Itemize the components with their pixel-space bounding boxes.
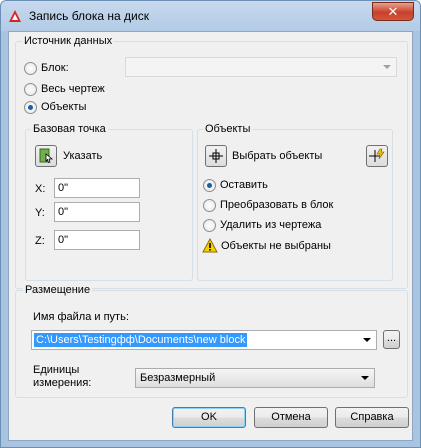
radio-delete-from-drawing[interactable] (203, 219, 216, 232)
file-path-value: C:\Users\Testingфф\Documents\new block (34, 333, 248, 347)
objects-legend: Объекты (203, 123, 253, 135)
browse-button[interactable]: ... (383, 330, 400, 349)
block-name-combo[interactable] (125, 57, 397, 77)
radio-entire-drawing[interactable] (24, 83, 37, 96)
no-objects-warning: Объекты не выбраны (221, 240, 331, 252)
radio-block-label: Блок: (41, 62, 69, 74)
radio-convert-to-block[interactable] (203, 199, 216, 212)
base-point-legend: Базовая точка (31, 123, 108, 135)
select-objects-label: Выбрать объекты (232, 150, 323, 162)
radio-block[interactable] (24, 62, 37, 75)
radio-entire-drawing-label: Весь чертеж (41, 83, 105, 95)
crosshair-icon (209, 149, 223, 163)
write-block-dialog: Запись блока на диск ✕ Источник данных Б… (0, 0, 421, 448)
x-coordinate-input[interactable]: 0" (54, 178, 140, 198)
window-title: Запись блока на диск (29, 9, 149, 23)
autocad-logo-icon (9, 10, 21, 22)
units-label-line2: измерения: (33, 377, 92, 389)
y-coordinate-input[interactable]: 0" (54, 202, 140, 222)
y-label: Y: (35, 207, 45, 219)
quick-select-icon (369, 148, 385, 162)
close-icon: ✕ (387, 4, 399, 19)
placement-legend: Размещение (23, 284, 93, 296)
units-combo[interactable]: Безразмерный (135, 368, 375, 388)
pick-point-icon (39, 148, 54, 164)
dialog-body: Источник данных Блок: Весь чертеж Объект… (8, 31, 413, 441)
x-label: X: (35, 183, 46, 195)
radio-retain[interactable] (203, 179, 216, 192)
z-label: Z: (35, 235, 45, 247)
pick-point-label: Указать (63, 150, 103, 162)
select-objects-button[interactable] (205, 145, 227, 167)
units-value: Безразмерный (140, 372, 216, 384)
units-label-line1: Единицы (33, 364, 80, 376)
z-coordinate-input[interactable]: 0" (54, 230, 140, 250)
chevron-down-icon (363, 338, 371, 342)
source-legend: Источник данных (22, 35, 115, 47)
help-button[interactable]: Справка (335, 407, 409, 428)
radio-objects-label: Объекты (41, 101, 87, 113)
file-path-combo[interactable]: C:\Users\Testingфф\Documents\new block (31, 330, 377, 350)
title-bar: Запись блока на диск ✕ (1, 1, 420, 31)
ok-button[interactable]: OK (172, 407, 246, 428)
close-button[interactable]: ✕ (372, 2, 414, 21)
chevron-down-icon (361, 376, 369, 380)
quick-select-button[interactable] (366, 145, 388, 167)
warning-icon (202, 238, 218, 253)
chevron-down-icon (383, 65, 391, 69)
pick-point-button[interactable] (35, 145, 57, 167)
file-path-label: Имя файла и путь: (33, 311, 129, 323)
radio-retain-label: Оставить (220, 179, 268, 191)
cancel-button[interactable]: Отмена (254, 407, 328, 428)
radio-objects[interactable] (24, 101, 37, 114)
radio-convert-to-block-label: Преобразовать в блок (220, 199, 334, 211)
radio-delete-from-drawing-label: Удалить из чертежа (220, 219, 322, 231)
